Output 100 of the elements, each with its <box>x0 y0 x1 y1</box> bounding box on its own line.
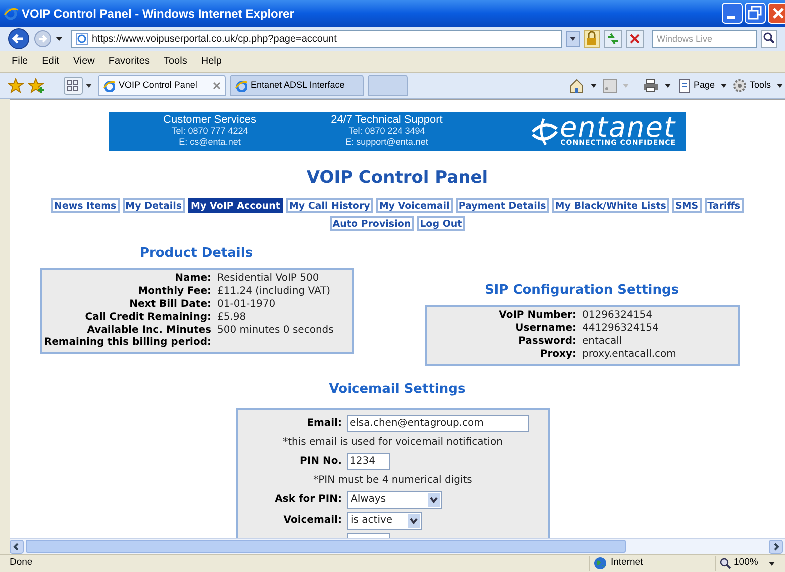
field-value: 01296324154 <box>582 310 654 322</box>
nav-link[interactable]: Auto Provision <box>330 216 414 230</box>
page-icon <box>235 80 247 92</box>
page-menu-button[interactable]: Page <box>676 78 727 92</box>
close-icon[interactable] <box>768 3 785 24</box>
page-title: VOIP Control Panel <box>306 167 488 190</box>
pin-field[interactable]: 1234 <box>347 452 390 470</box>
nav-link[interactable]: SMS <box>672 198 702 212</box>
field-value: Residential VoIP 500 <box>218 273 320 285</box>
scrollbar-thumb[interactable] <box>26 540 626 553</box>
section-heading: SIP Configuration Settings <box>484 282 680 300</box>
dropdown-caret-icon[interactable] <box>664 84 671 88</box>
minimize-icon[interactable] <box>722 3 743 24</box>
section-heading: Product Details <box>140 244 254 262</box>
dropdown-caret-icon <box>408 514 420 528</box>
page-icon <box>676 78 691 92</box>
dropdown[interactable]: is active <box>347 512 422 530</box>
close-tab-icon[interactable] <box>213 82 221 90</box>
nav-link[interactable]: Log Out <box>417 216 466 230</box>
address-field[interactable]: https://www.voipuserportal.co.uk/cp.php?page=account <box>71 30 562 48</box>
field-label: Name: <box>174 273 212 285</box>
tools-menu-button[interactable]: Tools <box>732 78 783 92</box>
field-value: proxy.entacall.com <box>582 349 678 361</box>
field-value: 441296324154 <box>582 323 660 335</box>
field-label: VoIP Number: <box>498 310 576 322</box>
quick-tabs-icon[interactable] <box>64 76 94 94</box>
dropdown-caret-icon <box>720 84 727 88</box>
browser-tab[interactable]: VOIP Control Panel <box>98 75 226 96</box>
phone-number: Tel: 0870 224 3494 <box>348 126 426 137</box>
field-label: Email: <box>306 416 342 430</box>
scroll-left-icon[interactable] <box>10 540 24 554</box>
field-label: Voicemail: <box>282 514 342 528</box>
browser-tab[interactable]: Entanet ADSL Interface <box>230 75 364 96</box>
horizontal-scrollbar[interactable] <box>10 538 785 554</box>
menu-item[interactable]: Help <box>201 54 222 69</box>
security-zone: Internet <box>611 556 644 570</box>
status-text: Done <box>10 556 33 570</box>
menu-item[interactable]: File <box>12 54 28 69</box>
page-icon <box>103 80 115 92</box>
nav-link[interactable]: My Black/White Lists <box>552 198 670 212</box>
email-address: E: support@enta.net <box>346 137 428 148</box>
field-value: 01-01-1970 <box>218 299 277 311</box>
field-label: Monthly Fee: <box>137 286 212 298</box>
dropdown[interactable]: Always <box>347 490 442 508</box>
home-icon[interactable] <box>568 78 585 94</box>
field-label: Call Credit Remaining: <box>84 312 212 324</box>
nav-link[interactable]: Tariffs <box>704 198 744 212</box>
zoom-button[interactable]: 100% <box>715 556 775 571</box>
stop-icon[interactable] <box>626 30 644 48</box>
dropdown-caret-icon <box>622 84 629 88</box>
dropdown-caret-icon[interactable] <box>590 84 597 88</box>
window-title: VOIP Control Panel - Windows Internet Explorer <box>22 6 294 22</box>
globe-icon <box>594 557 607 570</box>
field-label: Ask for PIN: <box>274 493 342 507</box>
back-icon[interactable] <box>8 28 30 50</box>
menu-item[interactable]: Tools <box>164 54 188 69</box>
swirl-logo-icon <box>530 116 560 146</box>
nav-link[interactable]: My VoIP Account <box>188 198 284 212</box>
field-value: £11.24 (including VAT) <box>218 286 332 298</box>
field-label: Available Inc. Minutes Remaining this billing period: <box>43 325 212 349</box>
banner-heading: Customer Services <box>164 115 256 126</box>
phone-number: Tel: 0870 777 4224 <box>172 126 248 137</box>
field-value: entacall <box>582 336 624 348</box>
field-label: Next Bill Date: <box>128 299 212 311</box>
nav-link[interactable]: My Call History <box>286 198 374 212</box>
help-text: *this email is used for voicemail notification <box>283 436 503 450</box>
banner-heading: 24/7 Technical Support <box>331 115 443 126</box>
help-text: *PIN must be 4 numerical digits <box>314 474 472 488</box>
refresh-icon[interactable] <box>604 30 622 48</box>
scroll-right-icon[interactable] <box>769 540 783 554</box>
feed-icon[interactable] <box>602 78 617 92</box>
search-icon[interactable] <box>761 30 777 48</box>
gear-icon <box>732 78 747 92</box>
nav-link[interactable]: News Items <box>51 198 120 212</box>
nav-link[interactable]: My Voicemail <box>376 198 453 212</box>
field-value: 500 minutes 0 seconds <box>218 325 335 338</box>
add-favorite-icon[interactable] <box>28 78 44 94</box>
menu-item[interactable]: Edit <box>42 54 60 69</box>
search-field[interactable]: Windows Live <box>652 30 757 48</box>
magnifier-icon <box>720 558 731 569</box>
dropdown-caret-icon <box>769 562 775 566</box>
dropdown-caret-icon <box>428 492 440 506</box>
dropdown-caret-icon[interactable] <box>566 31 580 47</box>
menu-item[interactable]: View <box>73 54 95 69</box>
dropdown-caret-icon <box>777 84 783 88</box>
page-icon <box>76 33 88 45</box>
padlock-icon <box>584 30 600 48</box>
printer-icon[interactable] <box>642 78 659 92</box>
logo-wordmark: entanet <box>560 116 676 140</box>
email-address: E: cs@enta.net <box>179 137 241 148</box>
favorites-star-icon[interactable] <box>8 78 24 94</box>
field-label: PIN No. <box>299 454 342 468</box>
field-value: £5.98 <box>218 312 248 324</box>
menu-item[interactable]: Favorites <box>108 54 150 69</box>
email-field[interactable]: elsa.chen@entagroup.com <box>347 414 529 432</box>
dropdown-caret-icon[interactable] <box>56 37 63 41</box>
field-label: Username: <box>514 323 576 335</box>
restore-icon[interactable] <box>745 3 766 24</box>
nav-link[interactable]: Payment Details <box>456 198 550 212</box>
nav-link[interactable]: My Details <box>122 198 186 212</box>
